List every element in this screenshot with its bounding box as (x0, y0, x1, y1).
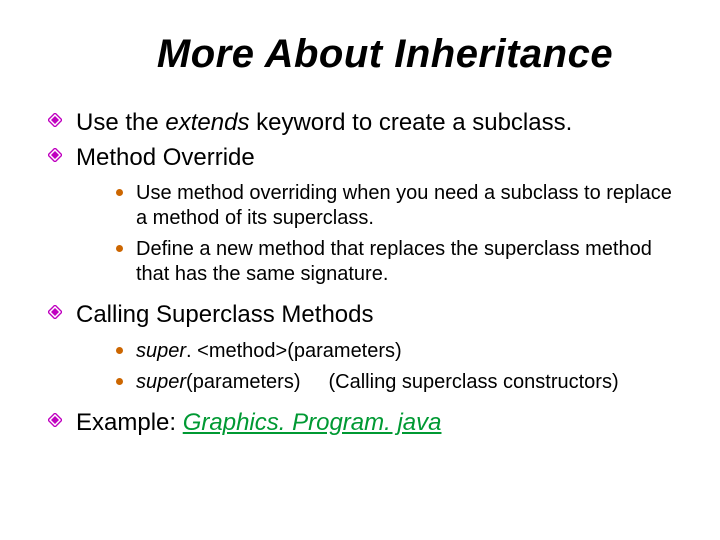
bullet-extends: Use the extends keyword to create a subc… (48, 107, 680, 138)
subbullet: super(parameters) (Calling superclass con… (116, 370, 680, 395)
keyword-super: super (136, 340, 186, 362)
keyword-extends: extends (165, 109, 249, 136)
example-link[interactable]: Graphics. Program. java (183, 409, 442, 436)
subbullet: super. <method>(parameters) (116, 339, 680, 364)
dot-bullet-icon (116, 378, 123, 385)
text: Calling Superclass Methods (76, 301, 373, 328)
diamond-bullet-icon (48, 148, 62, 162)
diamond-bullet-icon (48, 413, 62, 427)
text: Define a new method that replaces the su… (136, 238, 652, 285)
text: . <method>(parameters) (186, 340, 402, 362)
bullet-list-level1: Use the extends keyword to create a subc… (40, 107, 680, 438)
bullet-calling-super: Calling Superclass Methods super. <metho… (48, 299, 680, 394)
diamond-bullet-icon (48, 305, 62, 319)
keyword-super: super (136, 371, 186, 393)
text: (Calling superclass constructors) (329, 371, 619, 393)
dot-bullet-icon (116, 189, 123, 196)
text: Example: (76, 409, 183, 436)
subbullet: Define a new method that replaces the su… (116, 237, 680, 287)
diamond-bullet-icon (48, 113, 62, 127)
bullet-list-level2: Use method overriding when you need a su… (76, 181, 680, 287)
bullet-list-level2: super. <method>(parameters) super(parame… (76, 339, 680, 395)
dot-bullet-icon (116, 245, 123, 252)
slide-title: More About Inheritance (90, 32, 680, 77)
text: Use the (76, 109, 165, 136)
bullet-method-override: Method Override Use method overriding wh… (48, 142, 680, 287)
text: (parameters) (186, 371, 300, 393)
text: keyword to create a subclass. (249, 109, 572, 136)
subbullet: Use method overriding when you need a su… (116, 181, 680, 231)
text: Use method overriding when you need a su… (136, 182, 672, 229)
slide: More About Inheritance Use the extends k… (0, 0, 720, 462)
text: Method Override (76, 144, 255, 171)
bullet-example: Example: Graphics. Program. java (48, 407, 680, 438)
dot-bullet-icon (116, 347, 123, 354)
